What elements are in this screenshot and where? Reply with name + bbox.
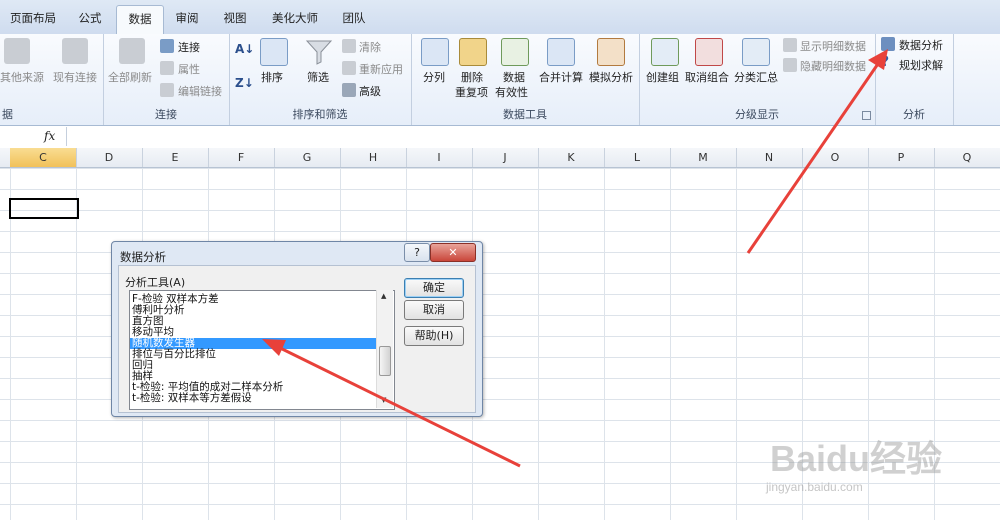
arrow-to-list-item [262, 339, 521, 468]
arrow-to-data-analysis [746, 49, 888, 254]
watermark-logo: Baidu经验 [770, 438, 943, 479]
watermark-url: jingyan.baidu.com [766, 480, 863, 494]
